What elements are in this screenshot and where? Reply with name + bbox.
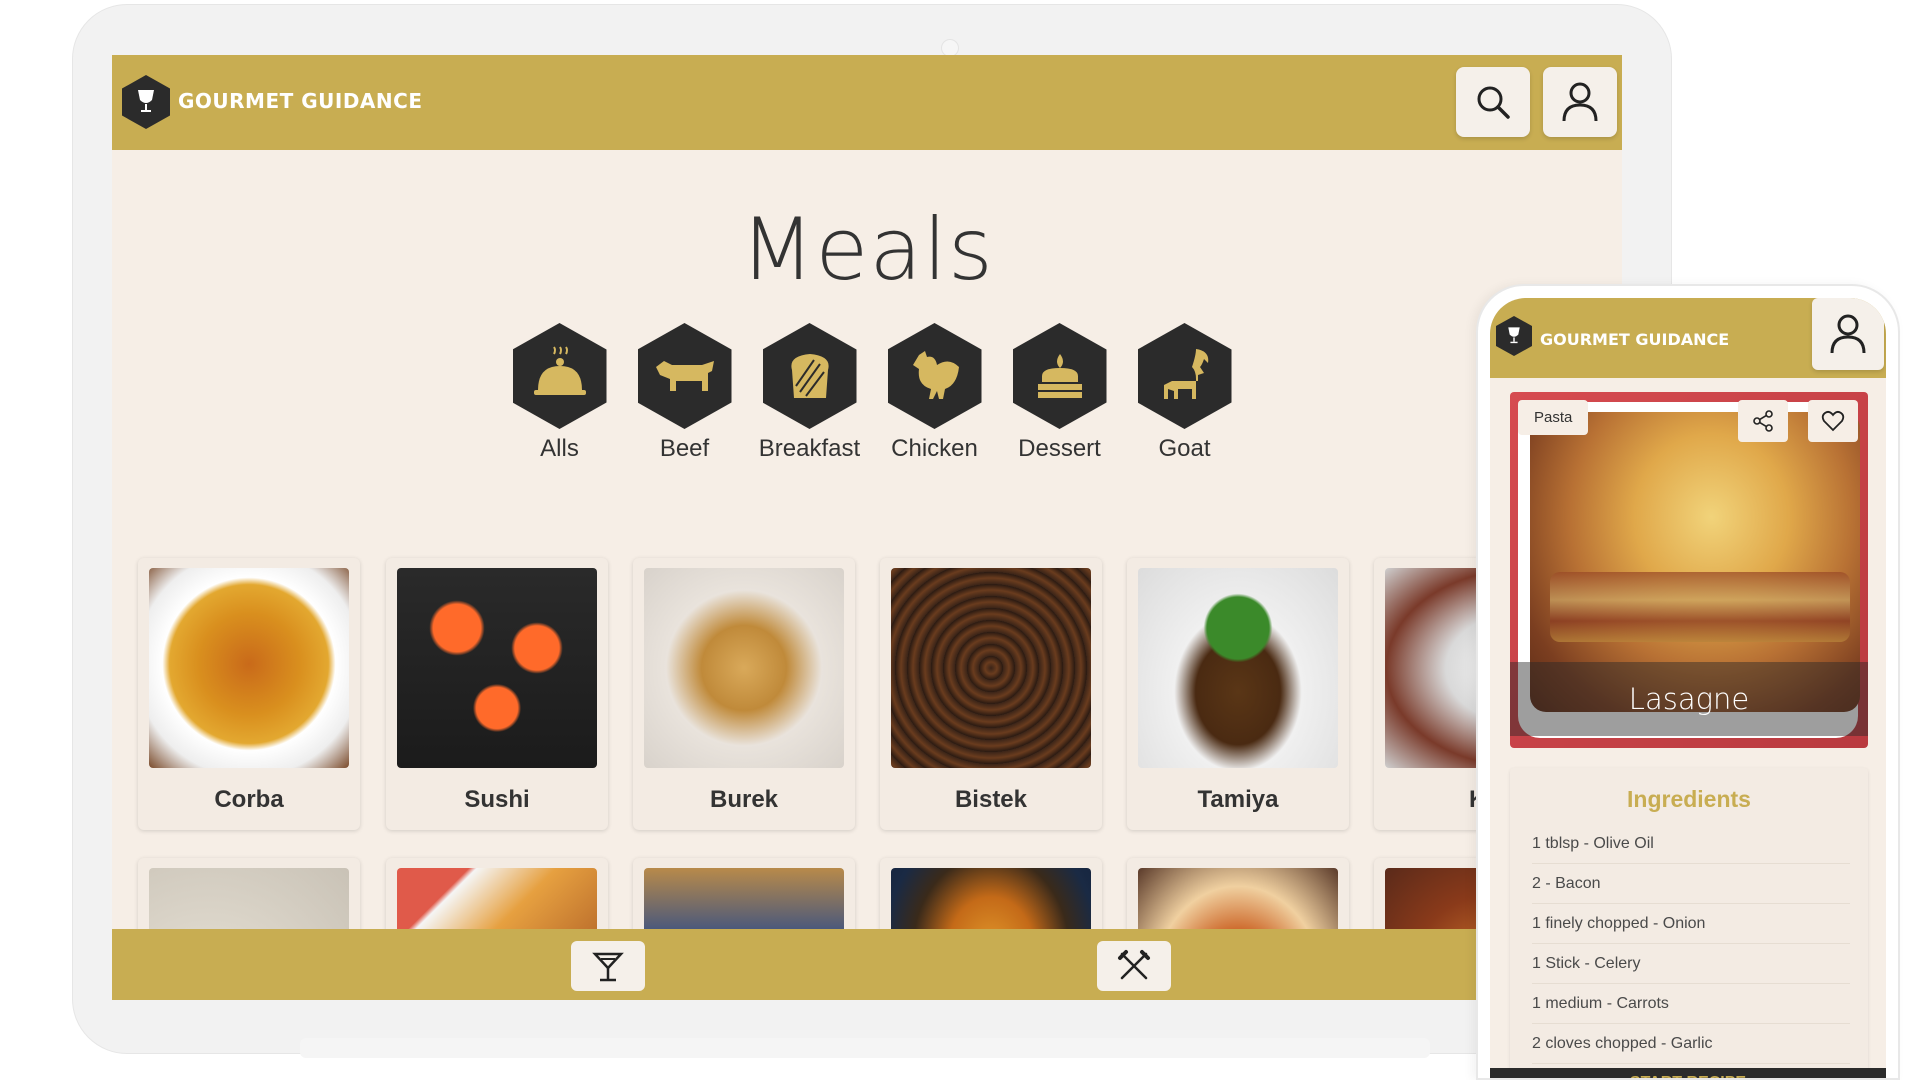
meal-card[interactable]: Burek [633, 558, 855, 830]
heart-icon [1821, 410, 1845, 432]
bread-icon [790, 354, 829, 398]
recipe-name: Lasagne [1510, 662, 1868, 736]
category-chicken[interactable]: Chicken [872, 323, 997, 463]
cow-icon [655, 361, 714, 391]
meal-name: Corba [214, 786, 284, 813]
category-alls[interactable]: Alls [497, 323, 622, 463]
brand-name[interactable]: GOURMET GUIDANCE [178, 89, 422, 113]
meal-card[interactable]: Sushi [386, 558, 608, 830]
desktop-screen: GOURMET GUIDANCE Meals Alls Beef Breakfa… [112, 55, 1622, 1000]
category-tag[interactable]: Pasta [1518, 400, 1589, 435]
mobile-header: GOURMET GUIDANCE [1490, 298, 1886, 378]
meal-card[interactable]: Bistek [880, 558, 1102, 830]
meal-image [891, 568, 1091, 768]
category-label: Breakfast [758, 435, 861, 462]
chicken-icon [912, 351, 959, 399]
category-label: Beef [659, 435, 710, 462]
category-label: Chicken [891, 435, 978, 462]
meal-name: Bistek [954, 786, 1028, 813]
category-label: Alls [540, 435, 579, 462]
page-title: Meals [740, 200, 994, 300]
category-label: Dessert [1018, 435, 1101, 462]
drinks-button[interactable] [571, 941, 645, 991]
category-dessert[interactable]: Dessert [997, 323, 1122, 463]
desktop-footer [112, 929, 1622, 1000]
desktop-header: GOURMET GUIDANCE [112, 55, 1622, 150]
ingredient-item: 1 tblsp - Olive Oil [1532, 824, 1850, 864]
goat-icon [1163, 349, 1208, 399]
mobile-screen: GOURMET GUIDANCE Pasta Lasagne Ingredien… [1490, 298, 1886, 1078]
meal-image [644, 568, 844, 768]
category-goat[interactable]: Goat [1122, 323, 1247, 463]
share-button[interactable] [1738, 400, 1788, 442]
cloche-icon [533, 346, 586, 395]
meal-card[interactable]: Tamiya [1127, 558, 1349, 830]
user-button[interactable] [1812, 298, 1884, 370]
laptop-base [300, 1038, 1430, 1058]
ingredient-item: 1 Stick - Celery [1532, 944, 1850, 984]
ingredient-item: 1 finely chopped - Onion [1532, 904, 1850, 944]
search-icon [1477, 86, 1510, 119]
dish-layer [1550, 572, 1850, 642]
meals-button[interactable] [1097, 941, 1171, 991]
ingredients-title: Ingredients [1627, 786, 1751, 812]
share-icon [1753, 410, 1773, 432]
start-recipe-button[interactable]: START RECIPE [1490, 1068, 1886, 1078]
ingredient-item: 2 cloves chopped - Garlic [1532, 1024, 1850, 1064]
meal-card[interactable]: Corba [138, 558, 360, 830]
category-list: Alls Beef Breakfast Chicken Dessert Goat [497, 323, 1257, 463]
meal-name: Burek [709, 786, 779, 813]
meal-name: Sushi [464, 786, 530, 813]
meal-name: Tamiya [1197, 786, 1279, 813]
category-breakfast[interactable]: Breakfast [747, 323, 872, 463]
ingredients-panel: Ingredients 1 tblsp - Olive Oil 2 - Baco… [1510, 768, 1868, 1078]
ingredient-item: 2 - Bacon [1532, 864, 1850, 904]
favorite-button[interactable] [1808, 400, 1858, 442]
cake-icon [1037, 354, 1082, 398]
meal-image [149, 568, 349, 768]
wine-glass-icon[interactable] [122, 75, 170, 129]
user-icon [1562, 82, 1598, 122]
meal-image [1138, 568, 1338, 768]
user-button[interactable] [1543, 67, 1617, 137]
phone-frame: GOURMET GUIDANCE Pasta Lasagne Ingredien… [1476, 284, 1900, 1080]
category-beef[interactable]: Beef [622, 323, 747, 463]
brand-name[interactable]: GOURMET GUIDANCE [1540, 330, 1729, 349]
recipe-hero: Pasta Lasagne [1510, 392, 1868, 748]
utensils-icon [1118, 950, 1150, 980]
search-button[interactable] [1456, 67, 1530, 137]
wine-glass-icon[interactable] [1496, 316, 1532, 356]
meal-image [397, 568, 597, 768]
ingredient-item: 1 medium - Carrots [1532, 984, 1850, 1024]
ingredients-list: 1 tblsp - Olive Oil 2 - Bacon 1 finely c… [1532, 824, 1850, 1064]
user-icon [1830, 314, 1866, 354]
cocktail-icon [592, 952, 624, 982]
category-label: Goat [1158, 435, 1211, 462]
